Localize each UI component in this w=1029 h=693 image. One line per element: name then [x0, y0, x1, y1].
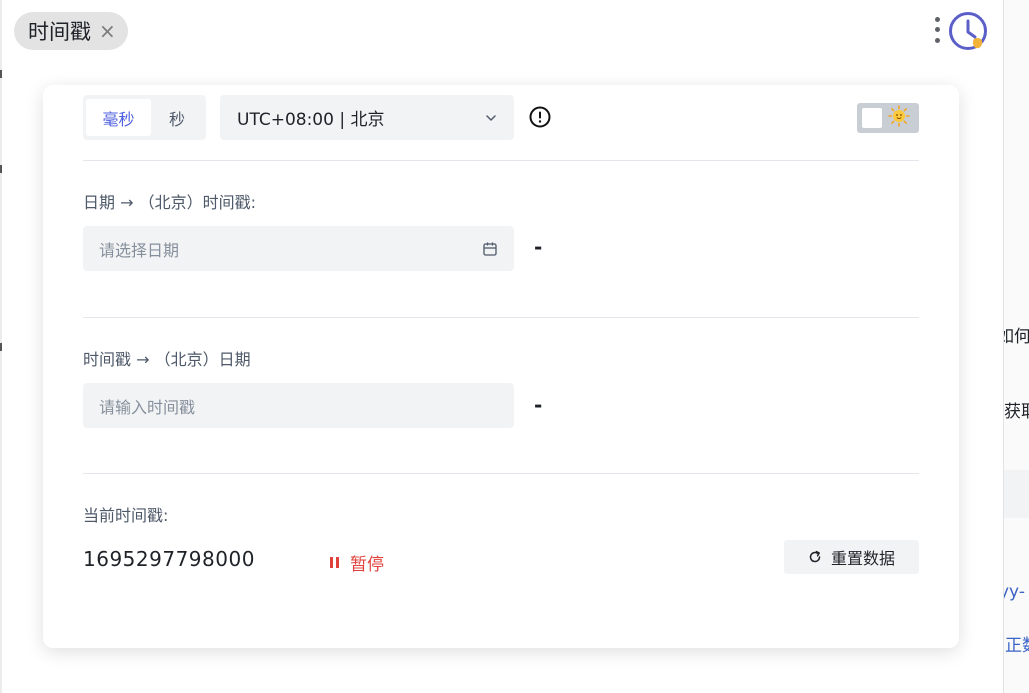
- tab-title: 时间戳: [28, 20, 91, 44]
- divider: [83, 473, 919, 474]
- theme-toggle[interactable]: [857, 103, 919, 133]
- date-to-timestamp-label: 日期 → （北京）时间戳:: [83, 193, 256, 212]
- timestamp-to-date-result: -: [534, 393, 543, 417]
- toggle-knob: [862, 108, 882, 128]
- chevron-down-icon: [486, 114, 496, 121]
- left-edge: [0, 0, 2, 693]
- edge-mark: [0, 70, 2, 78]
- edge-mark: [0, 343, 2, 351]
- date-placeholder: 请选择日期: [99, 240, 180, 260]
- reset-data-button[interactable]: 重置数据: [784, 540, 919, 574]
- timestamp-to-date-label: 时间戳 → （北京）日期: [83, 350, 251, 369]
- background-band: [1003, 470, 1029, 518]
- calendar-icon[interactable]: [482, 241, 498, 257]
- timestamp-placeholder: 请输入时间戳: [99, 397, 196, 417]
- background-text-fragment: 获取: [1004, 402, 1029, 422]
- close-icon[interactable]: ×: [99, 21, 116, 41]
- pause-icon: [330, 556, 339, 568]
- current-timestamp-label: 当前时间戳:: [83, 506, 169, 525]
- divider: [83, 160, 919, 161]
- edge-mark: [0, 165, 2, 173]
- unit-toggle: 毫秒 秒: [83, 95, 206, 140]
- timezone-select[interactable]: UTC+08:00 | 北京: [220, 95, 514, 140]
- reset-label: 重置数据: [830, 549, 895, 568]
- timezone-value: UTC+08:00 | 北京: [237, 110, 385, 130]
- unit-option-s[interactable]: 秒: [151, 99, 203, 136]
- background-page: 如何 获取 yy- 正数: [1003, 0, 1029, 693]
- divider: [83, 317, 919, 318]
- current-timestamp-value: 1695297798000: [83, 547, 255, 571]
- pause-label: 暂停: [350, 554, 384, 575]
- info-circle-icon[interactable]: [529, 106, 551, 128]
- pause-button[interactable]: 暂停: [330, 549, 384, 575]
- date-picker-input[interactable]: 请选择日期: [83, 226, 514, 271]
- unit-option-ms[interactable]: 毫秒: [86, 99, 151, 136]
- timestamp-input[interactable]: 请输入时间戳: [83, 383, 514, 428]
- more-vertical-icon[interactable]: [930, 14, 944, 46]
- clock-logo-icon[interactable]: [948, 11, 990, 53]
- refresh-icon: [809, 550, 821, 563]
- sun-emoji-icon: [888, 105, 910, 127]
- tool-tab-chip[interactable]: 时间戳 ×: [14, 12, 128, 50]
- extension-popup: 时间戳 × 毫秒 秒 UTC+08:00 | 北京 日期 → （北京）时间戳: …: [0, 0, 1004, 693]
- background-link-fragment: 正数: [1005, 636, 1029, 656]
- background-link-fragment: yy-: [1003, 582, 1025, 602]
- background-text-fragment: 如何: [1003, 327, 1029, 347]
- date-to-timestamp-result: -: [534, 235, 543, 259]
